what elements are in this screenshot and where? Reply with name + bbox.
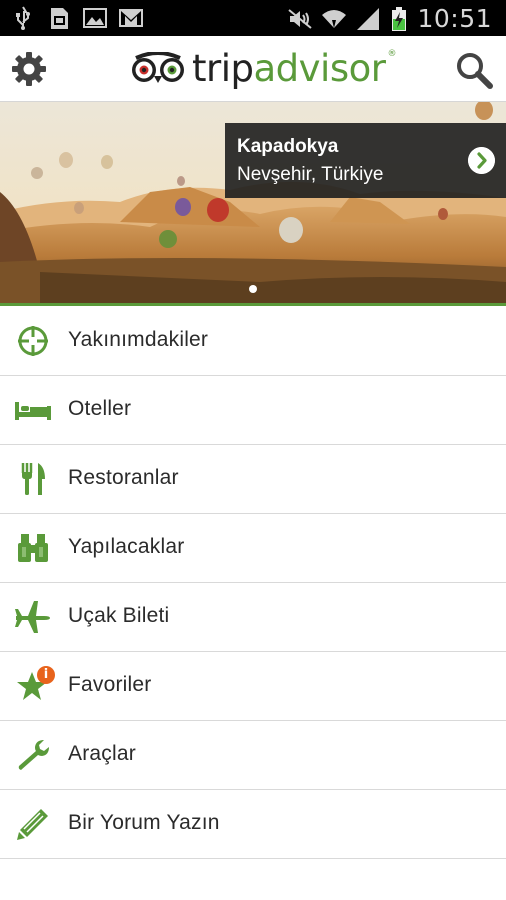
logo-trip: trip — [192, 46, 254, 90]
gear-icon[interactable] — [10, 50, 48, 88]
menu-item-favorites[interactable]: i Favoriler — [0, 652, 506, 721]
menu-item-flights[interactable]: Uçak Bileti — [0, 583, 506, 652]
menu-item-hotels[interactable]: Oteller — [0, 376, 506, 445]
menu-item-label: Yapılacaklar — [68, 535, 185, 558]
menu-item-label: Restoranlar — [68, 466, 179, 489]
menu-item-nearby[interactable]: Yakınımdakiler — [0, 307, 506, 376]
bed-icon — [15, 402, 51, 420]
wifi-icon — [322, 9, 347, 28]
menu-item-things-to-do[interactable]: Yapılacaklar — [0, 514, 506, 583]
menu-item-label: Uçak Bileti — [68, 604, 170, 627]
signal-icon — [357, 7, 380, 30]
binoculars-icon — [18, 534, 48, 562]
search-icon[interactable] — [454, 50, 494, 90]
wrench-icon — [18, 740, 49, 770]
crosshair-icon — [18, 326, 48, 356]
status-bar: 10:51 — [0, 0, 506, 36]
pager-dot — [249, 285, 257, 293]
airplane-icon — [15, 601, 50, 633]
sim-icon — [51, 8, 68, 29]
menu-item-write-review[interactable]: Bir Yorum Yazın — [0, 790, 506, 859]
notification-icons — [10, 5, 144, 31]
battery-charging-icon — [392, 6, 407, 31]
usb-icon — [16, 6, 30, 30]
system-icons: 10:51 — [287, 4, 492, 33]
destination-title: Kapadokya — [237, 136, 339, 157]
menu-item-label: Oteller — [68, 397, 132, 420]
chevron-right-icon[interactable] — [468, 147, 495, 174]
menu-item-label: Yakınımdakiler — [68, 328, 209, 351]
pencil-icon — [17, 809, 48, 840]
featured-destination-banner[interactable]: Kapadokya Nevşehir, Türkiye — [0, 102, 506, 306]
app-header: tripadvisor ® — [0, 36, 506, 102]
menu-item-label: Bir Yorum Yazın — [68, 811, 220, 834]
destination-info-card[interactable]: Kapadokya Nevşehir, Türkiye — [225, 123, 506, 198]
logo-advisor: advisor — [253, 46, 386, 90]
info-badge: i — [37, 666, 55, 684]
menu-item-label: Araçlar — [68, 742, 136, 765]
owl-logo-icon — [132, 52, 184, 83]
logo-wordmark: tripadvisor ® — [192, 46, 396, 90]
destination-subtitle: Nevşehir, Türkiye — [237, 164, 384, 185]
menu-item-tools[interactable]: Araçlar — [0, 721, 506, 790]
gmail-icon — [119, 9, 143, 27]
logo-registered: ® — [387, 48, 396, 59]
tripadvisor-logo: tripadvisor ® — [130, 46, 396, 90]
menu-item-label: Favoriler — [68, 673, 152, 696]
carousel-pager — [0, 285, 506, 293]
image-icon — [83, 8, 107, 28]
clock: 10:51 — [417, 4, 492, 33]
fork-knife-icon — [21, 463, 45, 495]
main-menu: Yakınımdakiler Oteller Restoranlar Yapıl… — [0, 307, 506, 859]
menu-item-restaurants[interactable]: Restoranlar — [0, 445, 506, 514]
mute-icon — [288, 8, 313, 29]
